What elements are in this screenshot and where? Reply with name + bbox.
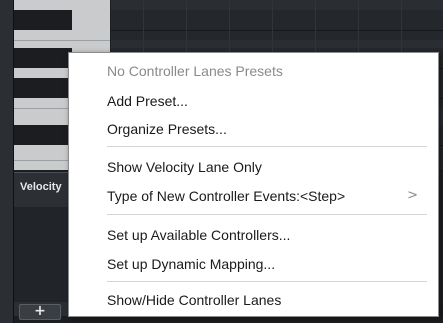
submenu-arrow-icon: > bbox=[407, 188, 418, 203]
controller-lanes-context-menu: No Controller Lanes Presets Add Preset..… bbox=[68, 52, 439, 317]
menu-item-set-up-available-controllers[interactable]: Set up Available Controllers... bbox=[69, 222, 438, 248]
menu-separator bbox=[107, 146, 427, 147]
black-key[interactable] bbox=[14, 78, 72, 98]
menu-item-no-presets: No Controller Lanes Presets bbox=[107, 63, 283, 79]
left-strip bbox=[0, 0, 14, 323]
add-controller-lane-button[interactable]: + bbox=[19, 304, 61, 320]
menu-item-show-velocity-lane-only[interactable]: Show Velocity Lane Only bbox=[69, 154, 438, 180]
grid-row bbox=[111, 0, 443, 10]
grid-line bbox=[111, 30, 443, 31]
menu-item-type-of-new-controller-events[interactable]: Type of New Controller Events:<Step> > bbox=[69, 183, 438, 209]
menu-item-show-hide-controller-lanes[interactable]: Show/Hide Controller Lanes bbox=[69, 287, 438, 313]
menu-separator bbox=[107, 281, 427, 282]
black-key[interactable] bbox=[14, 10, 72, 30]
menu-item-set-up-dynamic-mapping[interactable]: Set up Dynamic Mapping... bbox=[69, 251, 438, 277]
key-divider bbox=[14, 40, 110, 41]
black-key[interactable] bbox=[14, 125, 72, 145]
grid-row bbox=[111, 40, 443, 48]
menu-item-add-preset[interactable]: Add Preset... bbox=[69, 88, 438, 114]
menu-separator bbox=[107, 214, 427, 215]
black-key[interactable] bbox=[14, 48, 72, 68]
controller-lane-label: Velocity bbox=[20, 181, 62, 193]
menu-item-organize-presets[interactable]: Organize Presets... bbox=[69, 116, 438, 142]
